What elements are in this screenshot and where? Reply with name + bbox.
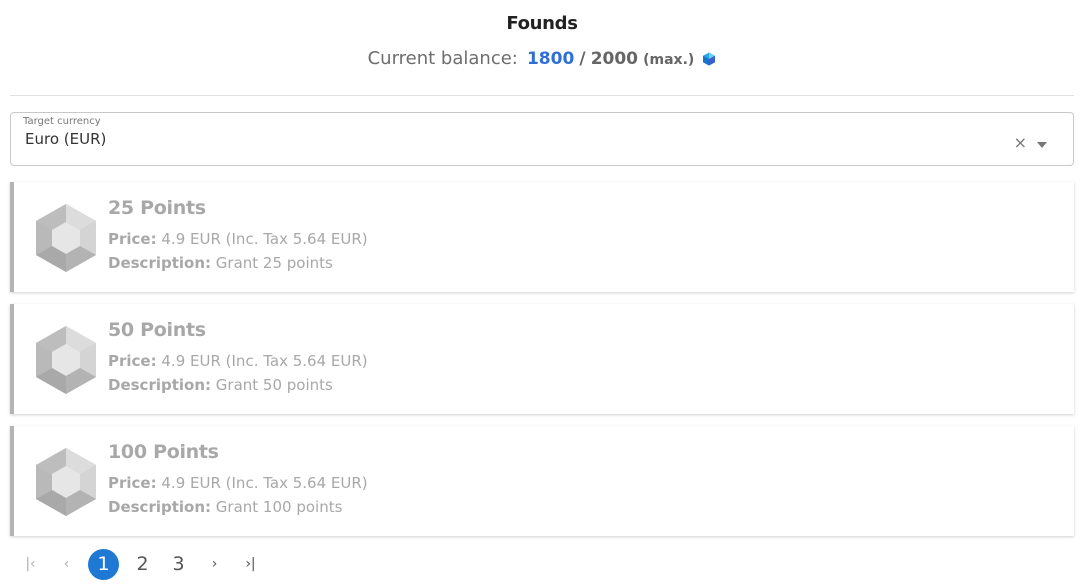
currency-select-value: Euro (EUR) (25, 130, 107, 148)
package-price: Price: 4.9 EUR (Inc. Tax 5.64 EUR) (108, 352, 368, 370)
package-card[interactable]: 100 Points Price: 4.9 EUR (Inc. Tax 5.64… (10, 426, 1074, 536)
package-price: Price: 4.9 EUR (Inc. Tax 5.64 EUR) (108, 230, 368, 248)
package-card[interactable]: 25 Points Price: 4.9 EUR (Inc. Tax 5.64 … (10, 182, 1074, 292)
balance-label: Current balance: (367, 48, 518, 69)
gem-icon (703, 52, 716, 66)
price-label: Price: (108, 474, 157, 492)
balance-max-label: (max.) (643, 52, 695, 68)
prev-page-icon[interactable]: ‹ (50, 548, 83, 580)
next-page-icon[interactable]: › (198, 548, 231, 580)
balance-max: 2000 (590, 49, 639, 69)
package-name: 100 Points (108, 441, 219, 463)
currency-select[interactable]: Target currency Euro (EUR) × (10, 112, 1074, 166)
pagination: |‹ ‹ 1 2 3 › ›| (14, 548, 270, 580)
page-button-2[interactable]: 2 (126, 548, 159, 580)
description-label: Description: (108, 498, 212, 516)
divider (10, 95, 1074, 96)
price-value: 4.9 EUR (Inc. Tax 5.64 EUR) (161, 230, 368, 248)
package-name: 50 Points (108, 319, 206, 341)
points-hexagon-icon (36, 204, 96, 272)
chevron-down-icon[interactable] (1037, 142, 1047, 148)
page-title: Founds (506, 13, 578, 34)
description-value: Grant 100 points (215, 498, 343, 516)
last-page-icon[interactable]: ›| (234, 548, 267, 580)
description-value: Grant 50 points (215, 376, 333, 394)
price-label: Price: (108, 352, 157, 370)
package-description: Description: Grant 50 points (108, 376, 333, 394)
page-button-3[interactable]: 3 (162, 548, 195, 580)
package-card[interactable]: 50 Points Price: 4.9 EUR (Inc. Tax 5.64 … (10, 304, 1074, 414)
clear-icon[interactable]: × (1014, 134, 1027, 152)
description-value: Grant 25 points (215, 254, 333, 272)
price-label: Price: (108, 230, 157, 248)
points-hexagon-icon (36, 448, 96, 516)
package-name: 25 Points (108, 197, 206, 219)
balance-separator: / (579, 49, 586, 69)
price-value: 4.9 EUR (Inc. Tax 5.64 EUR) (161, 352, 368, 370)
price-value: 4.9 EUR (Inc. Tax 5.64 EUR) (161, 474, 368, 492)
package-price: Price: 4.9 EUR (Inc. Tax 5.64 EUR) (108, 474, 368, 492)
description-label: Description: (108, 254, 212, 272)
currency-select-label: Target currency (23, 116, 101, 127)
balance-display: Current balance: 1800 / 2000 (max.) (0, 48, 1084, 69)
package-description: Description: Grant 25 points (108, 254, 333, 272)
points-hexagon-icon (36, 326, 96, 394)
balance-current: 1800 (526, 49, 575, 69)
package-description: Description: Grant 100 points (108, 498, 342, 516)
page-button-1[interactable]: 1 (88, 548, 119, 580)
first-page-icon[interactable]: |‹ (14, 548, 47, 580)
description-label: Description: (108, 376, 212, 394)
